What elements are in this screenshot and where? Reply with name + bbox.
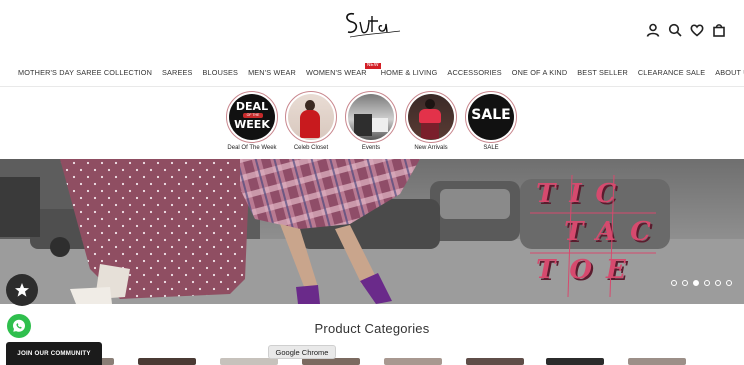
main-navigation: MOTHER'S DAY SAREE COLLECTION SAREES BLOUS…	[0, 63, 744, 83]
story-ring	[405, 91, 457, 143]
category-thumbnail[interactable]	[546, 358, 604, 365]
hero-banner-carousel[interactable]: TIC TAC TOE	[0, 159, 744, 304]
carousel-dot[interactable]	[671, 280, 677, 286]
story-label: New Arrivals	[414, 145, 448, 151]
join-community-button[interactable]: JOIN OUR COMMUNITY	[6, 342, 102, 365]
whatsapp-button[interactable]	[7, 314, 31, 338]
nav-item[interactable]: WOMEN'S WEAR NEW	[305, 63, 381, 80]
search-icon[interactable]	[668, 22, 682, 38]
new-badge: NEW	[364, 63, 381, 69]
nav-item[interactable]: ABOUT US	[715, 66, 744, 80]
category-thumbnail[interactable]	[466, 358, 524, 365]
nav-item-label: ABOUT US	[715, 68, 744, 77]
category-thumbnail[interactable]	[302, 358, 360, 365]
story-events[interactable]: Events	[341, 91, 401, 151]
wishlist-heart-icon[interactable]	[690, 22, 704, 38]
celeb-closet-photo	[288, 94, 334, 140]
chrome-tooltip: Google Chrome	[268, 345, 336, 359]
nav-item[interactable]: CLEARANCE SALE	[638, 66, 705, 80]
category-thumbnail[interactable]	[628, 358, 686, 365]
story-label: SALE	[483, 145, 499, 151]
nav-item[interactable]: MEN'S WEAR	[248, 66, 296, 80]
site-header	[0, 0, 744, 58]
story-sale[interactable]: SALE SALE	[461, 91, 521, 151]
story-label: Events	[361, 145, 381, 151]
tic-tac-toe-graphic: TIC TAC TOE	[528, 173, 658, 301]
nav-item[interactable]: MOTHER'S DAY SAREE COLLECTION	[18, 66, 152, 80]
events-photo	[348, 94, 394, 140]
carousel-dot[interactable]	[715, 280, 721, 286]
new-arrivals-photo	[408, 94, 454, 140]
carousel-dot[interactable]	[726, 280, 732, 286]
nav-item-label: MOTHER'S DAY SAREE COLLECTION	[18, 68, 153, 77]
deal-of-the-week-art: DEAL OF THE WEEK	[229, 94, 275, 140]
nav-item[interactable]: ONE OF A KIND	[512, 66, 567, 80]
nav-item-label: ONE OF A KIND	[511, 68, 568, 77]
header-icons	[646, 22, 726, 38]
story-highlights: DEAL OF THE WEEK Deal Of The Week Celeb …	[0, 91, 744, 157]
story-ring	[345, 91, 397, 143]
story-deal-of-the-week[interactable]: DEAL OF THE WEEK Deal Of The Week	[222, 91, 282, 151]
star-icon	[15, 283, 29, 297]
nav-item[interactable]: BEST SELLER	[577, 66, 628, 80]
cart-bag-icon[interactable]	[712, 22, 726, 38]
story-new-arrivals[interactable]: New Arrivals	[401, 91, 461, 151]
story-ring: SALE	[465, 91, 517, 143]
whatsapp-icon	[13, 319, 25, 332]
nav-item[interactable]: ACCESSORIES	[447, 66, 501, 80]
category-thumbnail[interactable]	[220, 358, 278, 365]
nav-item[interactable]: SAREES	[162, 66, 193, 80]
nav-item[interactable]: HOME & LIVING	[381, 66, 438, 80]
category-thumbnail[interactable]	[384, 358, 442, 365]
category-thumbnails-row	[0, 358, 744, 365]
story-ring	[285, 91, 337, 143]
nav-item-label: SAREES	[162, 68, 193, 77]
story-art-text: DEAL	[235, 100, 269, 113]
nav-item-label: WOMEN'S WEAR	[305, 68, 367, 77]
story-label: Deal Of The Week	[227, 145, 277, 151]
carousel-dot[interactable]	[682, 280, 688, 286]
story-ring: DEAL OF THE WEEK	[226, 91, 278, 143]
nav-item-label: MEN'S WEAR	[248, 68, 296, 77]
nav-item-label: HOME & LIVING	[380, 68, 438, 77]
carousel-dots	[671, 280, 732, 286]
story-art-text: SALE	[471, 107, 511, 123]
sale-art: SALE	[468, 94, 514, 140]
carousel-dot[interactable]	[693, 280, 699, 286]
nav-item-label: BLOUSES	[202, 68, 239, 77]
carousel-dot[interactable]	[704, 280, 710, 286]
story-celeb-closet[interactable]: Celeb Closet	[281, 91, 341, 151]
category-thumbnail[interactable]	[138, 358, 196, 365]
favorites-star-button[interactable]	[6, 274, 38, 306]
story-art-text: WEEK	[234, 118, 270, 131]
nav-item-label: BEST SELLER	[577, 68, 628, 77]
nav-item-label: ACCESSORIES	[447, 68, 502, 77]
nav-item[interactable]: BLOUSES	[203, 66, 239, 80]
story-label: Celeb Closet	[293, 145, 329, 151]
product-categories-title: Product Categories	[314, 321, 430, 336]
brand-logo[interactable]	[336, 4, 408, 42]
nav-item-label: CLEARANCE SALE	[637, 68, 706, 77]
account-icon[interactable]	[646, 22, 660, 38]
nav-divider	[0, 86, 744, 87]
tic-tac-toe-grid	[530, 174, 656, 298]
